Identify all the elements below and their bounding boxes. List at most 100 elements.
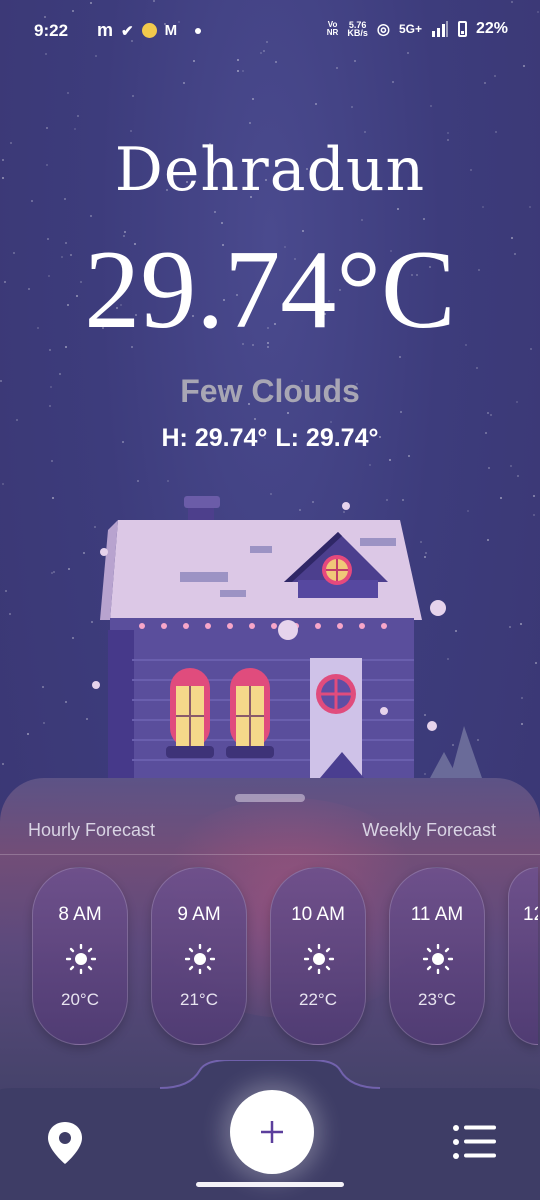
star: [482, 206, 485, 209]
hour-label: 12 PM: [523, 904, 538, 925]
signal-icon: [431, 21, 448, 37]
star: [510, 464, 513, 467]
volte-indicator: Vo NR: [326, 20, 339, 37]
star: [532, 513, 535, 516]
network-speed: 5.76 KB/s: [347, 20, 368, 38]
star: [408, 454, 411, 457]
star: [494, 75, 497, 78]
star: [52, 570, 55, 573]
house-illustration: [92, 496, 482, 778]
star: [45, 127, 48, 130]
star: [361, 219, 364, 222]
high-temperature: H: 29.74°: [161, 424, 268, 452]
star: [286, 411, 289, 414]
star: [221, 221, 224, 224]
hourly-forecast-list[interactable]: 8 AM 20°C 9 AM 21°C 10 AM 22°C 11 AM 23°…: [32, 867, 538, 1045]
star: [529, 206, 532, 209]
more-notifications-dot-icon: [195, 27, 202, 34]
sun-icon: [185, 944, 215, 974]
hotspot-icon: ◎: [376, 21, 390, 38]
hour-temperature: 20°C: [61, 990, 99, 1009]
star: [475, 367, 478, 370]
hour-label: 11 AM: [410, 904, 464, 925]
star: [182, 81, 185, 84]
star: [489, 414, 492, 417]
star: [8, 613, 11, 616]
star: [237, 69, 240, 72]
tab-weekly-forecast[interactable]: Weekly Forecast: [362, 820, 496, 841]
hourly-card[interactable]: 8 AM 20°C: [32, 867, 128, 1045]
sheet-drag-handle[interactable]: [235, 794, 305, 802]
star: [399, 411, 402, 414]
star: [314, 102, 317, 105]
current-temperature: 29.74°C: [84, 228, 456, 352]
star: [351, 106, 354, 109]
star: [396, 208, 399, 211]
battery-percent: 22%: [475, 20, 508, 37]
star: [535, 661, 538, 664]
star: [532, 495, 535, 498]
star: [520, 722, 523, 725]
sun-icon: [423, 944, 453, 974]
forecast-tabs: Hourly Forecast Weekly Forecast: [28, 820, 496, 841]
list-menu-icon[interactable]: [452, 1124, 498, 1160]
star: [64, 701, 67, 704]
hour-label: 9 AM: [177, 904, 221, 925]
star: [519, 622, 522, 625]
hourly-card[interactable]: 12 PM: [508, 867, 538, 1045]
star: [50, 459, 53, 462]
location-pin-icon[interactable]: [46, 1120, 84, 1166]
star: [214, 211, 217, 214]
star: [253, 417, 256, 420]
sun-icon: [66, 944, 96, 974]
star: [517, 475, 520, 478]
star: [364, 131, 367, 134]
star: [495, 130, 498, 133]
star: [130, 129, 133, 132]
sun-icon: [304, 944, 334, 974]
city-name: Dehradun: [114, 135, 426, 205]
emoji-notification-icon: [141, 23, 157, 38]
hourly-card[interactable]: 11 AM 23°C: [389, 867, 485, 1045]
star: [42, 685, 45, 688]
star: [398, 355, 401, 358]
star: [4, 589, 7, 592]
hour-temperature: 21°C: [180, 990, 218, 1009]
bottom-navigation-bar: [0, 1060, 540, 1200]
star: [77, 114, 80, 117]
star: [523, 64, 526, 67]
star: [484, 81, 487, 84]
hourly-card[interactable]: 9 AM 21°C: [151, 867, 247, 1045]
plus-icon: [261, 1121, 283, 1143]
tab-hourly-forecast[interactable]: Hourly Forecast: [28, 820, 155, 841]
star: [422, 217, 425, 220]
star: [391, 80, 394, 83]
hour-temperature: 22°C: [299, 990, 337, 1009]
star: [389, 458, 392, 461]
battery-icon: [457, 21, 467, 37]
network-type: 5G+: [398, 22, 422, 36]
star: [90, 214, 93, 217]
star: [335, 67, 338, 70]
star: [242, 70, 245, 73]
star: [520, 696, 523, 699]
home-indicator[interactable]: [196, 1182, 344, 1187]
weather-condition: Few Clouds: [180, 373, 360, 409]
star: [430, 104, 433, 107]
hour-label: 10 AM: [291, 904, 345, 925]
status-bar: 9:22 m ✔ M Vo NR 5.76 KB/s ◎ 5G+ 22%: [0, 0, 540, 62]
star: [42, 722, 45, 725]
star: [73, 128, 76, 131]
star: [166, 480, 169, 483]
status-time: 9:22: [34, 21, 69, 40]
notification-icons: m ✔ M: [97, 20, 202, 41]
star: [369, 464, 372, 467]
star: [131, 95, 134, 98]
hour-temperature: 23°C: [418, 990, 456, 1009]
hourly-card[interactable]: 10 AM 22°C: [270, 867, 366, 1045]
add-location-button[interactable]: [230, 1090, 314, 1174]
star: [15, 418, 18, 421]
carrier-icon: m: [97, 20, 114, 40]
star: [66, 91, 69, 94]
star: [1, 483, 4, 486]
